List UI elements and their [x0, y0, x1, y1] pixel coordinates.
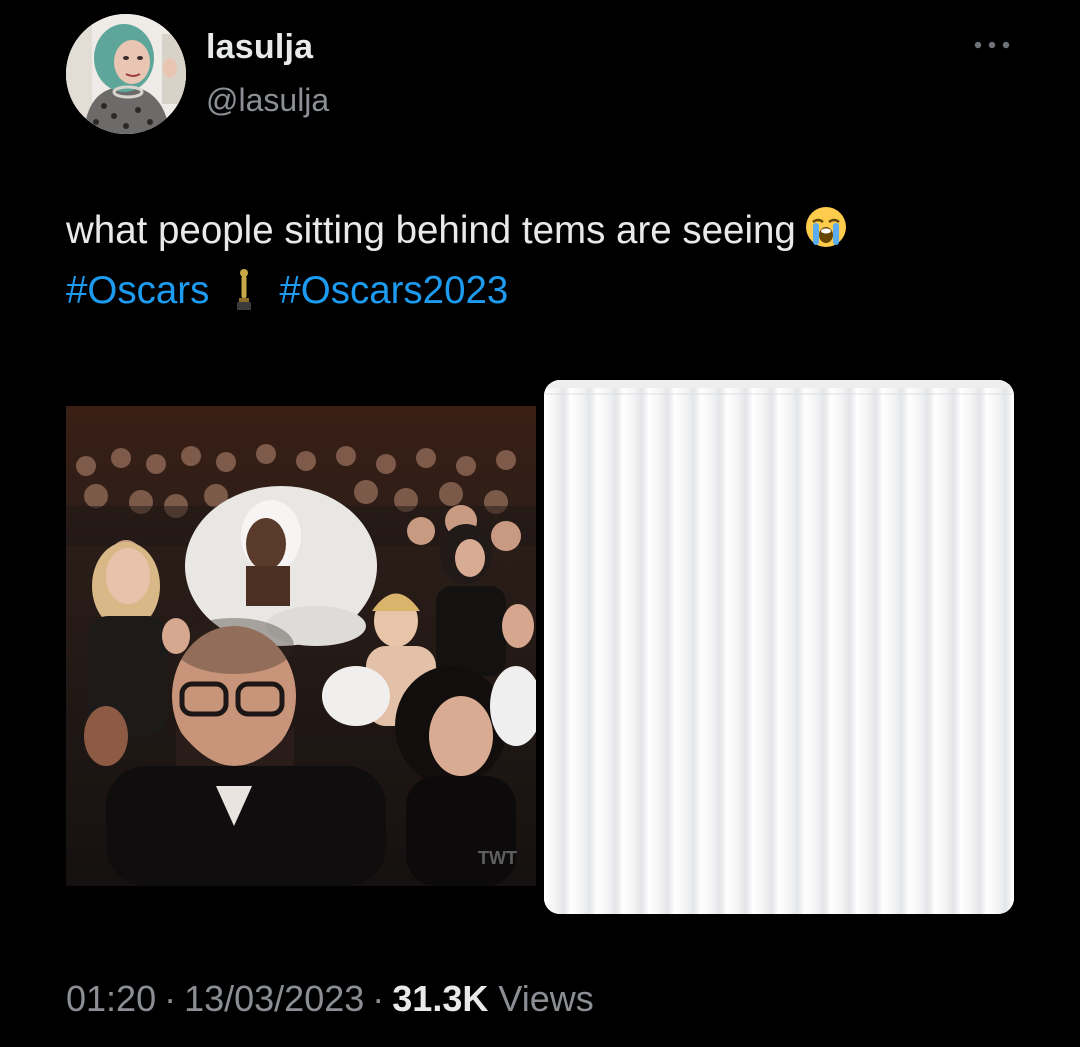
avatar[interactable]: [66, 14, 186, 134]
tweet-date[interactable]: 13/03/2023: [184, 978, 364, 1019]
white-curtain-image: [544, 380, 1014, 914]
media-curtain-photo[interactable]: [544, 380, 1014, 914]
views-label: Views: [498, 978, 594, 1019]
tweet-meta: 01:20 · 13/03/2023 · 31.3K Views: [66, 978, 594, 1020]
loudly-crying-face-icon: [804, 205, 848, 264]
media-watermark: TWT: [478, 848, 517, 868]
tweet-text: what people sitting behind tems are seei…: [66, 204, 1026, 328]
oscar-trophy-icon: [235, 267, 253, 328]
more-options-button[interactable]: [970, 30, 1014, 60]
avatar-image: [66, 14, 186, 134]
author-display-name[interactable]: lasulja: [206, 28, 313, 67]
tweet-text-line-2: #Oscars #Oscars2023: [66, 264, 1026, 328]
views-count[interactable]: 31.3K: [392, 978, 488, 1019]
hashtag-oscars-link[interactable]: #Oscars: [66, 269, 209, 312]
tweet-text-content: what people sitting behind tems are seei…: [66, 209, 796, 252]
tweet-time[interactable]: 01:20: [66, 978, 156, 1019]
meta-separator: ·: [164, 978, 177, 1019]
meta-separator: ·: [372, 978, 385, 1019]
tweet-card: lasulja @lasulja what people sitting beh…: [0, 0, 1080, 1047]
audience-photo-image: [66, 406, 536, 886]
more-dots-icon: [974, 41, 1010, 49]
author-handle[interactable]: @lasulja: [206, 82, 329, 119]
tweet-text-line-1: what people sitting behind tems are seei…: [66, 204, 1026, 264]
media-audience-photo[interactable]: TWT: [66, 406, 536, 886]
hashtag-oscars2023-link[interactable]: #Oscars2023: [279, 269, 508, 312]
